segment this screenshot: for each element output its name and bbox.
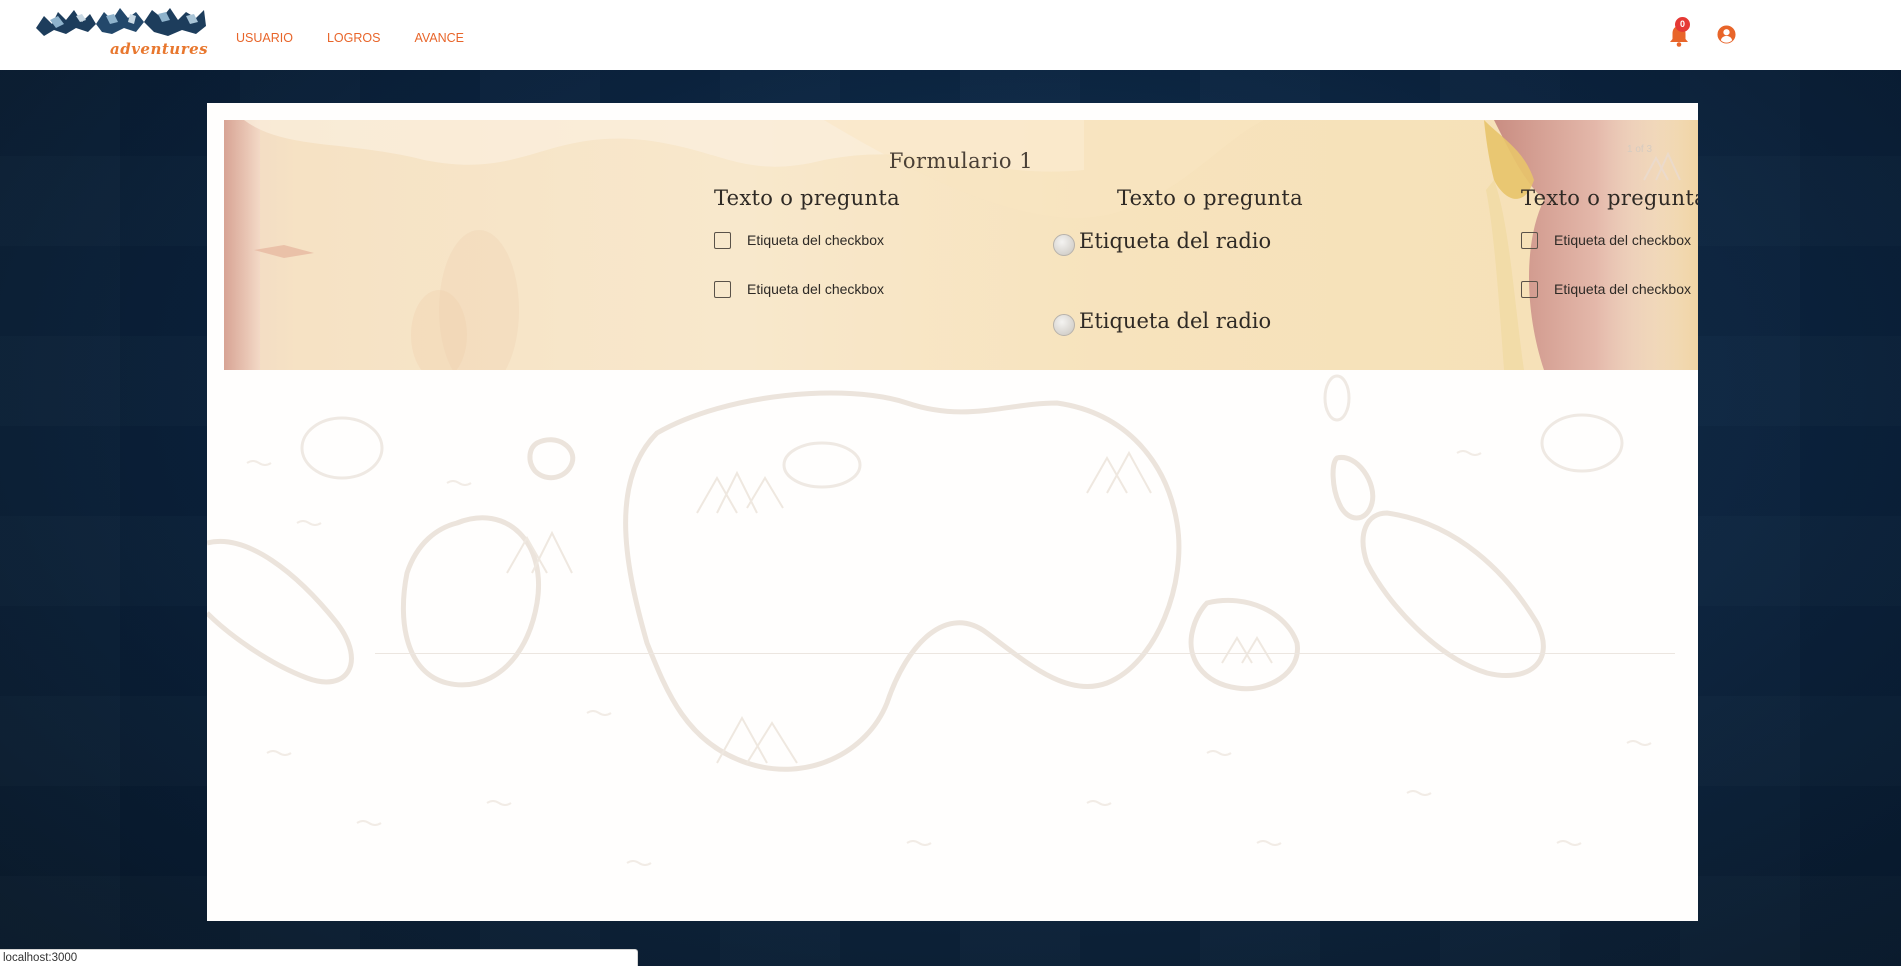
checkbox-label: Etiqueta del checkbox bbox=[1554, 232, 1691, 248]
checkbox-label: Etiqueta del checkbox bbox=[1554, 281, 1691, 297]
radio-label: Etiqueta del radio bbox=[1079, 309, 1272, 333]
main-nav: USUARIO LOGROS AVANCE bbox=[236, 31, 498, 45]
logo-text: adventures bbox=[110, 40, 209, 58]
radio-label: Etiqueta del radio bbox=[1079, 229, 1272, 253]
question-1: Texto o pregunta Etiqueta del checkbox E… bbox=[714, 186, 900, 307]
checkbox-label: Etiqueta del checkbox bbox=[747, 232, 884, 248]
question-title: Texto o pregunta bbox=[714, 186, 900, 210]
question-title: Texto o pregunta bbox=[1117, 186, 1303, 210]
checkbox[interactable] bbox=[1521, 231, 1538, 249]
nav-link-usuario[interactable]: USUARIO bbox=[236, 31, 293, 45]
app-logo[interactable]: adventures bbox=[36, 6, 208, 58]
browser-status-bar: localhost:3000 bbox=[0, 949, 638, 966]
checkbox-label: Etiqueta del checkbox bbox=[747, 281, 884, 297]
radio-option[interactable]: Etiqueta del radio bbox=[1053, 226, 1271, 256]
question-3: Texto o pregunta Etiqueta del checkbox E… bbox=[1521, 186, 1698, 307]
nav-link-avance[interactable]: AVANCE bbox=[414, 31, 464, 45]
user-circle-icon[interactable] bbox=[1717, 25, 1736, 44]
question-title: Texto o pregunta bbox=[1521, 186, 1698, 210]
checkbox[interactable] bbox=[1521, 280, 1538, 298]
checkbox-option[interactable]: Etiqueta del checkbox bbox=[714, 271, 900, 307]
checkbox-option[interactable]: Etiqueta del checkbox bbox=[714, 222, 900, 258]
question-2: Texto o pregunta bbox=[1117, 186, 1303, 210]
checkbox[interactable] bbox=[714, 231, 731, 249]
page-indicator: 1 of 3 bbox=[1627, 144, 1653, 155]
nav-link-logros[interactable]: LOGROS bbox=[327, 31, 381, 45]
radio-button[interactable] bbox=[1053, 234, 1075, 256]
checkbox[interactable] bbox=[714, 280, 731, 298]
radio-button[interactable] bbox=[1053, 314, 1075, 336]
notification-badge: 0 bbox=[1675, 17, 1690, 32]
form-card: Formulario 1 1 of 3 Texto o pregunta Eti… bbox=[207, 103, 1698, 921]
top-navbar: adventures USUARIO LOGROS AVANCE 0 bbox=[0, 0, 1901, 70]
checkbox-option[interactable]: Etiqueta del checkbox bbox=[1521, 222, 1698, 258]
map-divider bbox=[375, 653, 1675, 654]
form-title: Formulario 1 bbox=[888, 149, 1034, 173]
checkbox-option[interactable]: Etiqueta del checkbox bbox=[1521, 271, 1698, 307]
form-scroll-panel: Formulario 1 1 of 3 Texto o pregunta Eti… bbox=[224, 120, 1698, 370]
radio-option[interactable]: Etiqueta del radio bbox=[1053, 306, 1271, 336]
